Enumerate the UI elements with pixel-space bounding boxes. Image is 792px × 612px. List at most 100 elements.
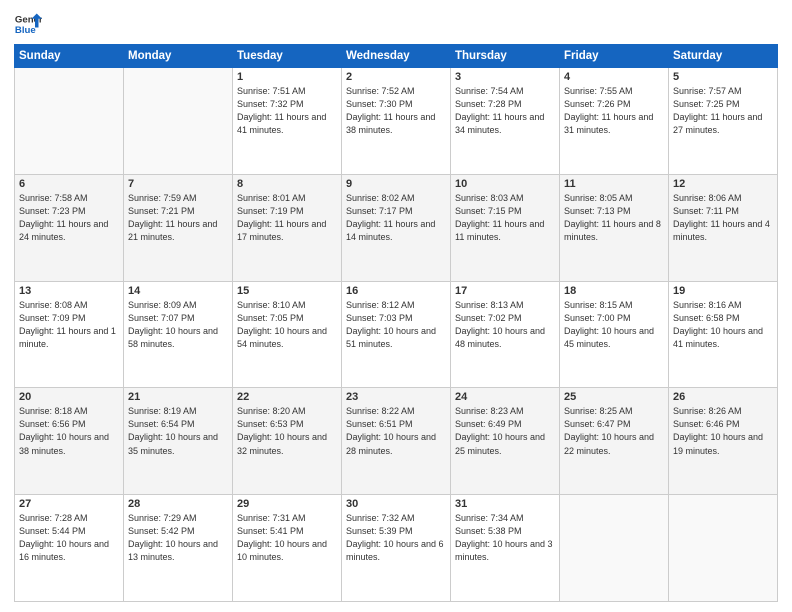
weekday-header-saturday: Saturday — [669, 45, 778, 68]
day-number: 26 — [673, 391, 773, 403]
cell-info: Sunrise: 7:58 AM Sunset: 7:23 PM Dayligh… — [19, 192, 119, 244]
day-number: 21 — [128, 391, 228, 403]
day-number: 2 — [346, 71, 446, 83]
week-row-3: 13 Sunrise: 8:08 AM Sunset: 7:09 PM Dayli… — [15, 281, 778, 388]
day-number: 13 — [19, 285, 119, 297]
cell-info: Sunrise: 7:34 AM Sunset: 5:38 PM Dayligh… — [455, 512, 555, 564]
calendar-cell: 28Sunrise: 7:29 AM Sunset: 5:42 PM Dayli… — [124, 495, 233, 602]
calendar-page: General Blue SundayMondayTuesdayWednesda… — [0, 0, 792, 612]
day-number: 25 — [564, 391, 664, 403]
weekday-header-wednesday: Wednesday — [342, 45, 451, 68]
calendar-cell: 25 Sunrise: 8:25 AM Sunset: 6:47 PM Dayli… — [560, 388, 669, 495]
cell-info: Sunrise: 8:22 AM Sunset: 6:51 PM Dayligh… — [346, 405, 446, 457]
cell-info: Sunrise: 8:23 AM Sunset: 6:49 PM Dayligh… — [455, 405, 555, 457]
cell-info: Sunrise: 7:54 AM Sunset: 7:28 PM Dayligh… — [455, 85, 555, 137]
day-number: 19 — [673, 285, 773, 297]
weekday-header-sunday: Sunday — [15, 45, 124, 68]
cell-info: Sunrise: 8:13 AM Sunset: 7:02 PM Dayligh… — [455, 299, 555, 351]
week-row-1: 1 Sunrise: 7:51 AM Sunset: 7:32 PM Daylig… — [15, 68, 778, 175]
day-number: 10 — [455, 178, 555, 190]
day-number: 6 — [19, 178, 119, 190]
day-number: 8 — [237, 178, 337, 190]
weekday-header-row: SundayMondayTuesdayWednesdayThursdayFrid… — [15, 45, 778, 68]
calendar-cell: 12Sunrise: 8:06 AM Sunset: 7:11 PM Dayli… — [669, 174, 778, 281]
week-row-2: 6 Sunrise: 7:58 AM Sunset: 7:23 PM Daylig… — [15, 174, 778, 281]
calendar-cell: 5 Sunrise: 7:57 AM Sunset: 7:25 PM Daylig… — [669, 68, 778, 175]
weekday-header-monday: Monday — [124, 45, 233, 68]
cell-info: Sunrise: 8:20 AM Sunset: 6:53 PM Dayligh… — [237, 405, 337, 457]
cell-info: Sunrise: 8:08 AM Sunset: 7:09 PM Dayligh… — [19, 299, 119, 351]
cell-info: Sunrise: 8:25 AM Sunset: 6:47 PM Dayligh… — [564, 405, 664, 457]
calendar-cell: 21Sunrise: 8:19 AM Sunset: 6:54 PM Dayli… — [124, 388, 233, 495]
cell-info: Sunrise: 7:31 AM Sunset: 5:41 PM Dayligh… — [237, 512, 337, 564]
calendar-cell — [15, 68, 124, 175]
weekday-header-friday: Friday — [560, 45, 669, 68]
calendar-cell: 9 Sunrise: 8:02 AM Sunset: 7:17 PM Daylig… — [342, 174, 451, 281]
calendar-cell: 31 Sunrise: 7:34 AM Sunset: 5:38 PM Dayli… — [451, 495, 560, 602]
calendar-cell: 20 Sunrise: 8:18 AM Sunset: 6:56 PM Dayli… — [15, 388, 124, 495]
logo-icon: General Blue — [14, 10, 42, 38]
calendar-table: SundayMondayTuesdayWednesdayThursdayFrid… — [14, 44, 778, 602]
header: General Blue — [14, 10, 778, 38]
calendar-cell — [669, 495, 778, 602]
cell-info: Sunrise: 8:12 AM Sunset: 7:03 PM Dayligh… — [346, 299, 446, 351]
day-number: 20 — [19, 391, 119, 403]
day-number: 9 — [346, 178, 446, 190]
day-number: 17 — [455, 285, 555, 297]
calendar-cell: 4Sunrise: 7:55 AM Sunset: 7:26 PM Daylig… — [560, 68, 669, 175]
cell-info: Sunrise: 8:16 AM Sunset: 6:58 PM Dayligh… — [673, 299, 773, 351]
cell-info: Sunrise: 7:29 AM Sunset: 5:42 PM Dayligh… — [128, 512, 228, 564]
cell-info: Sunrise: 7:55 AM Sunset: 7:26 PM Dayligh… — [564, 85, 664, 137]
calendar-cell: 15Sunrise: 8:10 AM Sunset: 7:05 PM Dayli… — [233, 281, 342, 388]
calendar-cell: 7Sunrise: 7:59 AM Sunset: 7:21 PM Daylig… — [124, 174, 233, 281]
day-number: 12 — [673, 178, 773, 190]
day-number: 5 — [673, 71, 773, 83]
cell-info: Sunrise: 8:09 AM Sunset: 7:07 PM Dayligh… — [128, 299, 228, 351]
cell-info: Sunrise: 8:02 AM Sunset: 7:17 PM Dayligh… — [346, 192, 446, 244]
day-number: 18 — [564, 285, 664, 297]
cell-info: Sunrise: 7:51 AM Sunset: 7:32 PM Dayligh… — [237, 85, 337, 137]
calendar-cell: 27 Sunrise: 7:28 AM Sunset: 5:44 PM Dayli… — [15, 495, 124, 602]
calendar-cell: 16Sunrise: 8:12 AM Sunset: 7:03 PM Dayli… — [342, 281, 451, 388]
cell-info: Sunrise: 7:28 AM Sunset: 5:44 PM Dayligh… — [19, 512, 119, 564]
day-number: 15 — [237, 285, 337, 297]
calendar-cell: 19 Sunrise: 8:16 AM Sunset: 6:58 PM Dayli… — [669, 281, 778, 388]
day-number: 30 — [346, 498, 446, 510]
day-number: 31 — [455, 498, 555, 510]
calendar-cell: 13 Sunrise: 8:08 AM Sunset: 7:09 PM Dayli… — [15, 281, 124, 388]
calendar-cell — [124, 68, 233, 175]
cell-info: Sunrise: 8:03 AM Sunset: 7:15 PM Dayligh… — [455, 192, 555, 244]
calendar-cell: 14Sunrise: 8:09 AM Sunset: 7:07 PM Dayli… — [124, 281, 233, 388]
calendar-cell: 6 Sunrise: 7:58 AM Sunset: 7:23 PM Daylig… — [15, 174, 124, 281]
day-number: 29 — [237, 498, 337, 510]
calendar-cell: 17 Sunrise: 8:13 AM Sunset: 7:02 PM Dayli… — [451, 281, 560, 388]
day-number: 27 — [19, 498, 119, 510]
week-row-4: 20 Sunrise: 8:18 AM Sunset: 6:56 PM Dayli… — [15, 388, 778, 495]
cell-info: Sunrise: 7:59 AM Sunset: 7:21 PM Dayligh… — [128, 192, 228, 244]
cell-info: Sunrise: 7:57 AM Sunset: 7:25 PM Dayligh… — [673, 85, 773, 137]
day-number: 1 — [237, 71, 337, 83]
calendar-cell: 10 Sunrise: 8:03 AM Sunset: 7:15 PM Dayli… — [451, 174, 560, 281]
calendar-cell: 23Sunrise: 8:22 AM Sunset: 6:51 PM Dayli… — [342, 388, 451, 495]
cell-info: Sunrise: 8:05 AM Sunset: 7:13 PM Dayligh… — [564, 192, 664, 244]
calendar-cell: 26 Sunrise: 8:26 AM Sunset: 6:46 PM Dayli… — [669, 388, 778, 495]
calendar-cell: 3Sunrise: 7:54 AM Sunset: 7:28 PM Daylig… — [451, 68, 560, 175]
week-row-5: 27 Sunrise: 7:28 AM Sunset: 5:44 PM Dayli… — [15, 495, 778, 602]
cell-info: Sunrise: 7:32 AM Sunset: 5:39 PM Dayligh… — [346, 512, 446, 564]
cell-info: Sunrise: 8:01 AM Sunset: 7:19 PM Dayligh… — [237, 192, 337, 244]
calendar-cell: 18 Sunrise: 8:15 AM Sunset: 7:00 PM Dayli… — [560, 281, 669, 388]
calendar-cell: 22 Sunrise: 8:20 AM Sunset: 6:53 PM Dayli… — [233, 388, 342, 495]
logo: General Blue — [14, 10, 42, 38]
cell-info: Sunrise: 7:52 AM Sunset: 7:30 PM Dayligh… — [346, 85, 446, 137]
weekday-header-thursday: Thursday — [451, 45, 560, 68]
day-number: 22 — [237, 391, 337, 403]
weekday-header-tuesday: Tuesday — [233, 45, 342, 68]
day-number: 24 — [455, 391, 555, 403]
cell-info: Sunrise: 8:15 AM Sunset: 7:00 PM Dayligh… — [564, 299, 664, 351]
calendar-cell: 8 Sunrise: 8:01 AM Sunset: 7:19 PM Daylig… — [233, 174, 342, 281]
calendar-cell: 2 Sunrise: 7:52 AM Sunset: 7:30 PM Daylig… — [342, 68, 451, 175]
cell-info: Sunrise: 8:26 AM Sunset: 6:46 PM Dayligh… — [673, 405, 773, 457]
calendar-cell: 1 Sunrise: 7:51 AM Sunset: 7:32 PM Daylig… — [233, 68, 342, 175]
cell-info: Sunrise: 8:18 AM Sunset: 6:56 PM Dayligh… — [19, 405, 119, 457]
calendar-cell: 11Sunrise: 8:05 AM Sunset: 7:13 PM Dayli… — [560, 174, 669, 281]
